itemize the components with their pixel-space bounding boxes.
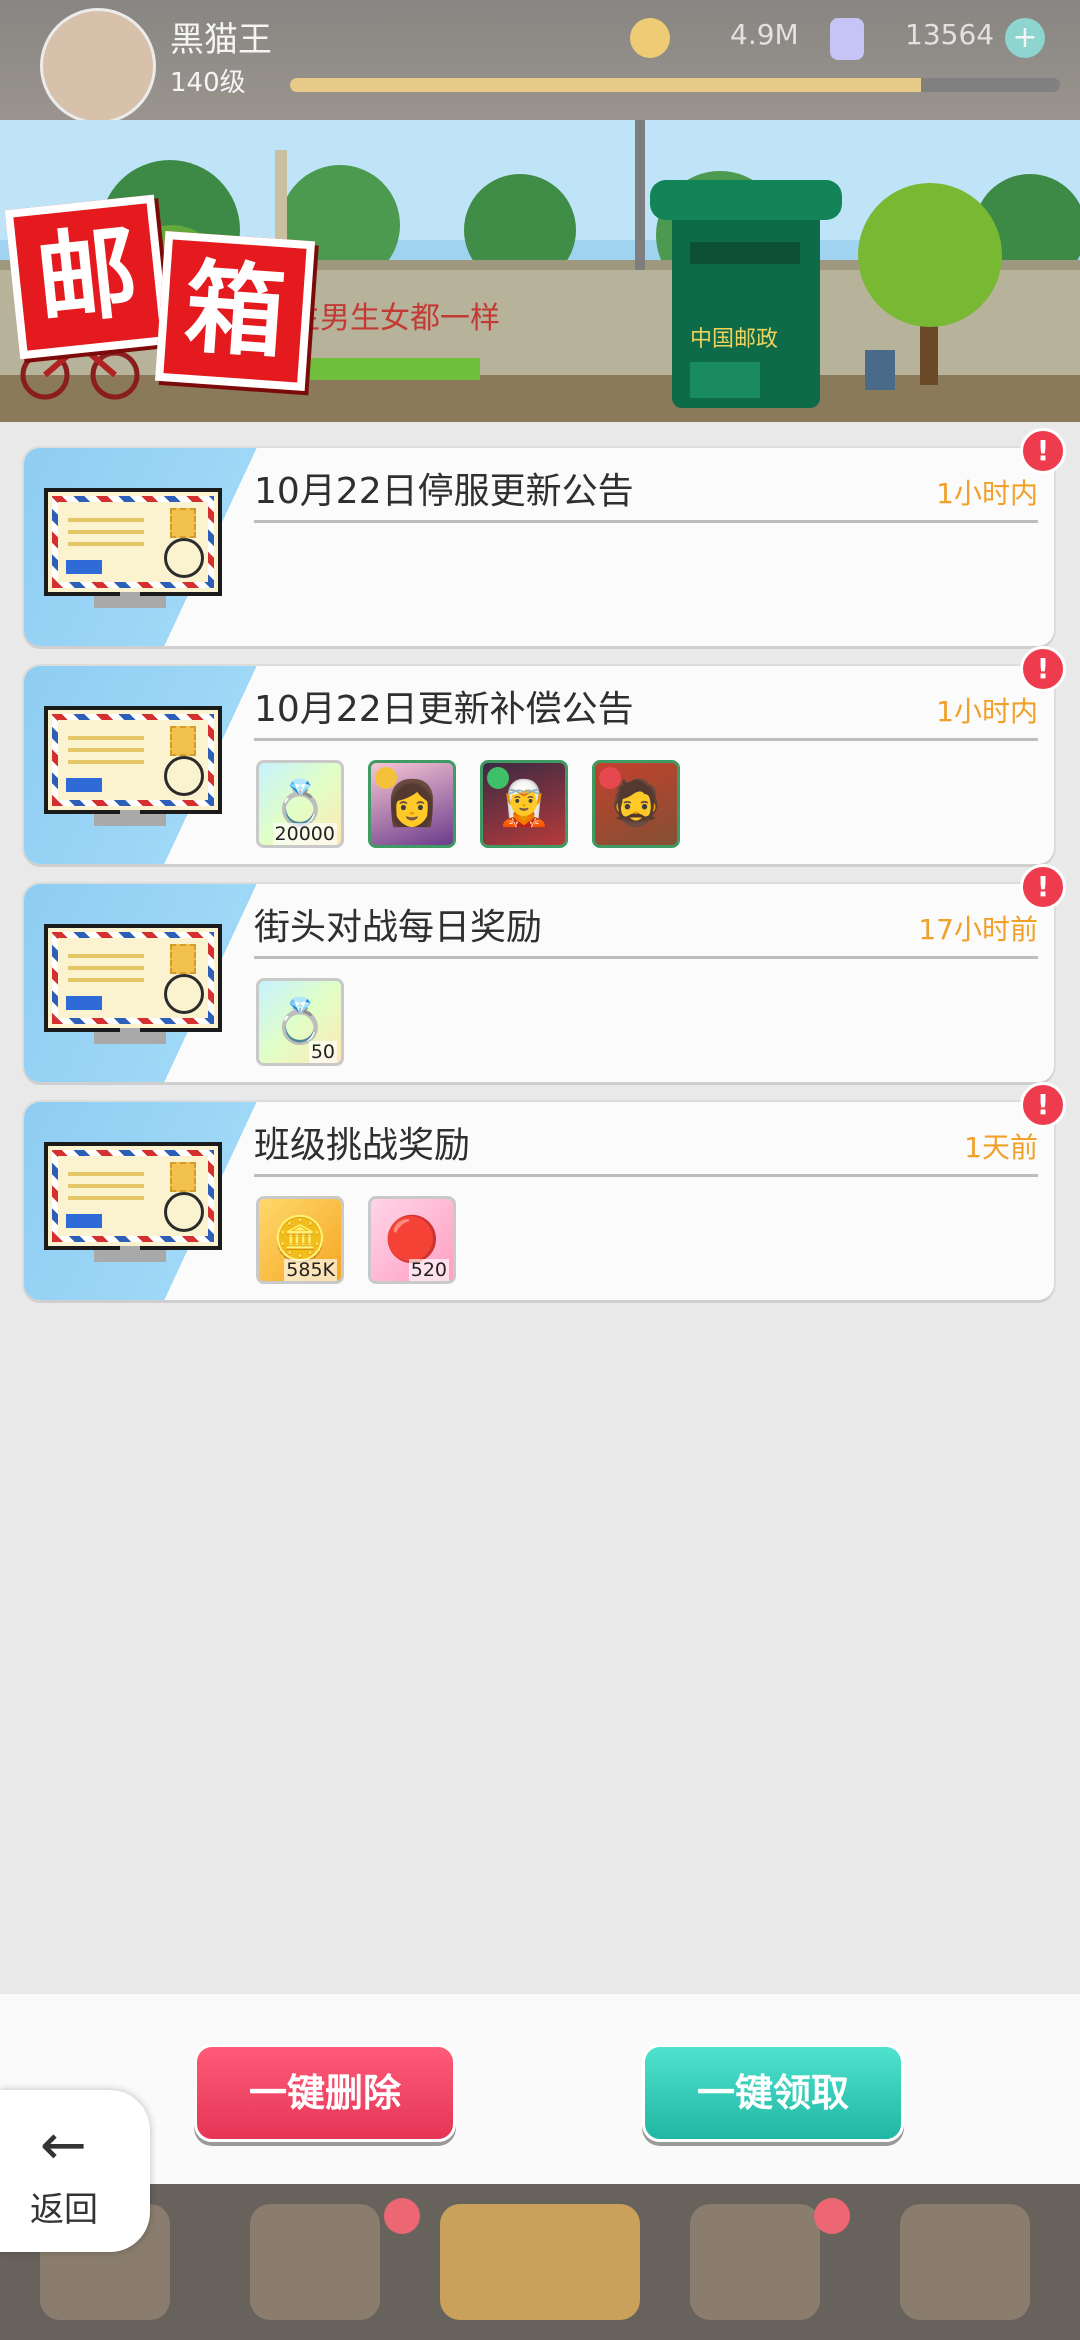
mail-time: 1小时内: [936, 695, 1038, 728]
reward-hero-item[interactable]: 🧝: [480, 760, 568, 848]
add-gem-button[interactable]: +: [1005, 18, 1045, 58]
mail-time: 17小时前: [918, 913, 1038, 946]
envelope-icon: [44, 924, 222, 1032]
unread-badge: !: [1020, 646, 1066, 692]
coin-value: 4.9M: [730, 18, 799, 51]
mail-item[interactable]: 街头对战每日奖励 17小时前 ! 💍 50: [24, 864, 1066, 1082]
bottom-navigation: [0, 2184, 1080, 2340]
reward-ticket-item[interactable]: 🔴 520: [368, 1196, 456, 1284]
nav-notification-dot: [384, 2198, 420, 2234]
reward-count: 520: [408, 1259, 449, 1281]
hero-portrait-icon: 🧔: [608, 778, 664, 829]
back-label: 返回: [30, 2190, 98, 2230]
player-name: 黑猫王: [170, 20, 272, 60]
back-button[interactable]: ← 返回: [0, 2090, 150, 2252]
mail-divider: [254, 1174, 1038, 1177]
reward-gold-item[interactable]: 🪙 585K: [256, 1196, 344, 1284]
page-title-char-2: 箱: [154, 230, 316, 392]
reward-hero-item[interactable]: 👩: [368, 760, 456, 848]
claim-all-button[interactable]: 一键领取: [642, 2044, 904, 2142]
hero-portrait-icon: 👩: [384, 778, 440, 829]
xp-progress-bar: [290, 78, 1060, 92]
gem-icon: [830, 18, 864, 60]
player-level: 140级: [170, 68, 246, 98]
nav-item-active[interactable]: [440, 2204, 640, 2320]
nav-notification-dot: [814, 2198, 850, 2234]
mail-divider: [254, 956, 1038, 959]
mail-time: 1小时内: [936, 477, 1038, 510]
page-title-char-1: 邮: [4, 194, 170, 360]
nav-item[interactable]: [250, 2204, 380, 2320]
back-arrow-icon: ←: [40, 2113, 87, 2178]
mail-item[interactable]: 10月22日更新补偿公告 1小时内 ! 💍 20000 👩 🧝 🧔: [24, 646, 1066, 864]
mail-title: 街头对战每日奖励: [254, 907, 543, 948]
mail-title: 10月22日更新补偿公告: [254, 689, 634, 730]
hero-portrait-icon: 🧝: [496, 778, 552, 829]
mail-title: 10月22日停服更新公告: [254, 471, 634, 512]
mail-divider: [254, 738, 1038, 741]
envelope-icon: [44, 706, 222, 814]
mail-list: 10月22日停服更新公告 1小时内 ! 10月22日更新补偿公告 1小时内 ! …: [24, 428, 1066, 1320]
reward-gem-item[interactable]: 💍 20000: [256, 760, 344, 848]
reward-count: 50: [308, 1041, 337, 1063]
reward-count: 20000: [272, 823, 337, 845]
reward-gem-item[interactable]: 💍 50: [256, 978, 344, 1066]
player-avatar: [40, 8, 156, 124]
coin-icon: [630, 18, 670, 58]
mail-divider: [254, 520, 1038, 523]
xp-progress-fill: [290, 78, 922, 92]
nav-item[interactable]: [900, 2204, 1030, 2320]
reward-hero-item[interactable]: 🧔: [592, 760, 680, 848]
unread-badge: !: [1020, 428, 1066, 474]
delete-all-button[interactable]: 一键删除: [194, 2044, 456, 2142]
mail-title: 班级挑战奖励: [254, 1125, 471, 1166]
unread-badge: !: [1020, 864, 1066, 910]
mail-item[interactable]: 10月22日停服更新公告 1小时内 !: [24, 428, 1066, 646]
wall-slogan: 生男生女都一样: [290, 301, 500, 336]
mailbox-banner: 生男生女都一样 中国邮政 邮 箱: [0, 120, 1080, 422]
nav-item[interactable]: [690, 2204, 820, 2320]
reward-count: 585K: [284, 1259, 337, 1281]
mail-actions-panel: 一键删除 一键领取: [0, 1994, 1080, 2184]
gem-value: 13564: [905, 18, 995, 51]
mail-time: 1天前: [964, 1131, 1038, 1164]
unread-badge: !: [1020, 1082, 1066, 1128]
postbox-label: 中国邮政: [690, 327, 778, 352]
envelope-icon: [44, 1142, 222, 1250]
envelope-icon: [44, 488, 222, 596]
mail-item[interactable]: 班级挑战奖励 1天前 ! 🪙 585K 🔴 520: [24, 1082, 1066, 1300]
top-status-bar: 黑猫王 140级 4.9M 13564 +: [0, 0, 1080, 124]
